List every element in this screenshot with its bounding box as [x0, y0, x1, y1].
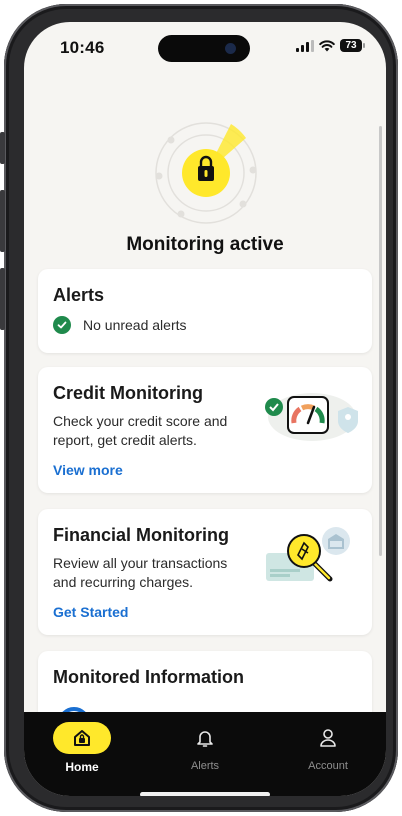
battery-indicator: 73: [340, 39, 365, 52]
alerts-card[interactable]: Alerts No unread alerts: [38, 269, 372, 353]
credit-monitoring-card[interactable]: Credit Monitoring Check your credit scor…: [38, 367, 372, 493]
tab-account[interactable]: Account: [278, 722, 378, 778]
financial-monitoring-card[interactable]: Financial Monitoring Review all your tra…: [38, 509, 372, 635]
tab-home[interactable]: Home: [32, 722, 132, 778]
app-screen: 10:46 73 Monitoring active Alerts No unr…: [24, 22, 386, 796]
status-bar: 10:46 73: [24, 22, 386, 72]
dynamic-island: [158, 35, 250, 62]
volume-down-button: [0, 268, 5, 330]
volume-up-button: [0, 190, 5, 252]
view-more-link[interactable]: View more: [53, 462, 123, 478]
credit-card-description: Check your credit score and report, get …: [53, 413, 228, 448]
tab-alerts-label: Alerts: [190, 760, 220, 772]
mute-button: [0, 132, 5, 164]
monitoring-status-title: Monitoring active: [126, 234, 284, 255]
financial-card-description: Review all your transactions and recurri…: [53, 555, 228, 590]
shield-lock-icon: [155, 122, 257, 224]
bottom-tab-bar: Home Alerts Account: [24, 712, 386, 796]
status-icons: 73: [296, 39, 365, 52]
status-time: 10:46: [60, 38, 105, 57]
person-icon: [299, 722, 357, 754]
financial-card-title: Financial Monitoring: [53, 525, 229, 545]
monitoring-hero: Monitoring active: [24, 118, 386, 268]
alert-status-text: No unread alerts: [83, 317, 187, 333]
home-shield-icon: [53, 722, 111, 754]
alert-status-row: No unread alerts: [53, 316, 187, 334]
monitored-info-title: Monitored Information: [53, 667, 244, 687]
alerts-card-title: Alerts: [53, 285, 105, 305]
wifi-icon: [319, 39, 335, 51]
home-indicator[interactable]: [140, 792, 270, 796]
get-started-link[interactable]: Get Started: [53, 604, 128, 620]
bell-icon: [176, 722, 234, 754]
magnifier-card-icon: [266, 527, 350, 582]
credit-card-title: Credit Monitoring: [53, 383, 203, 403]
signal-icon: [296, 39, 314, 52]
credit-gauge-icon: [265, 393, 358, 441]
tab-home-label: Home: [65, 760, 99, 774]
check-circle-icon: [53, 316, 71, 334]
tab-account-label: Account: [308, 760, 348, 772]
tab-alerts[interactable]: Alerts: [155, 722, 255, 778]
